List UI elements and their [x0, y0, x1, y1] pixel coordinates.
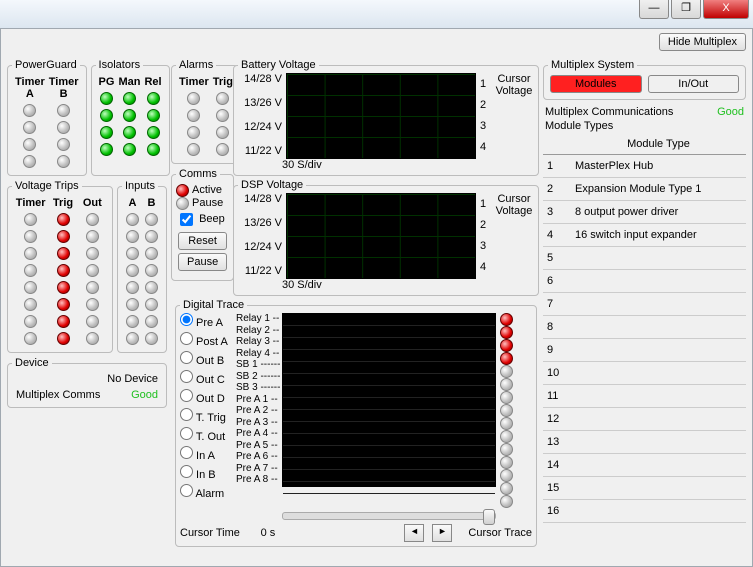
module-row[interactable]: 11: [543, 385, 746, 408]
comms-pause-button[interactable]: Pause: [178, 253, 227, 271]
inputs-group: Inputs AB: [117, 180, 167, 353]
module-row[interactable]: 9: [543, 339, 746, 362]
module-row[interactable]: 14: [543, 454, 746, 477]
multiplex-comms-value: Good: [717, 106, 744, 118]
comms-pause-option[interactable]: Pause: [176, 197, 223, 209]
comms-legend: Comms: [176, 168, 220, 180]
cursor-time-value: 0 s: [248, 527, 288, 539]
dtrace-option[interactable]: In A: [180, 446, 236, 465]
comms-group: Comms Active Pause Beep Reset Pause: [171, 168, 234, 281]
digital-trace-leds: [496, 313, 516, 508]
digital-trace-row-labels: Relay 1 --Relay 2 --Relay 3 --Relay 4 --…: [236, 313, 282, 508]
module-row[interactable]: 2Expansion Module Type 1: [543, 178, 746, 201]
dtrace-option[interactable]: Out D: [180, 389, 236, 408]
titlebar: — ❐ X: [0, 0, 753, 29]
dsp-cursor-label: Cursor Voltage: [494, 193, 534, 279]
dsp-ch-labels: 1234: [476, 193, 494, 277]
comms-beep-checkbox[interactable]: Beep: [176, 213, 225, 225]
module-row[interactable]: 8: [543, 316, 746, 339]
modules-button[interactable]: Modules: [550, 75, 642, 93]
multiplex-system-legend: Multiplex System: [548, 59, 637, 71]
inout-button[interactable]: In/Out: [648, 75, 740, 93]
alarms-group: Alarms TimerTrig: [171, 59, 241, 164]
device-group: Device No Device Multiplex Comms Good: [7, 357, 167, 408]
module-row[interactable]: 5: [543, 247, 746, 270]
voltage-trips-legend: Voltage Trips: [12, 180, 82, 192]
dsp-x-label: 30 S/div: [238, 279, 534, 291]
module-row[interactable]: 13: [543, 431, 746, 454]
module-row[interactable]: 38 output power driver: [543, 201, 746, 224]
module-types-label: Module Types: [545, 120, 744, 132]
powerguard-group: PowerGuard Timer ATimer B: [7, 59, 87, 176]
dtrace-option[interactable]: Post A: [180, 332, 236, 351]
module-row[interactable]: 416 switch input expander: [543, 224, 746, 247]
module-types-table: Module Type 1MasterPlex Hub2Expansion Mo…: [543, 134, 746, 523]
module-row[interactable]: 7: [543, 293, 746, 316]
multiplex-comms-label: Multiplex Communications: [545, 106, 673, 118]
module-row[interactable]: 12: [543, 408, 746, 431]
battery-y-labels: 14/28 V13/26 V12/24 V11/22 V: [238, 73, 286, 157]
digital-trace-scope: [282, 313, 496, 487]
hide-multiplex-button[interactable]: Hide Multiplex: [659, 33, 746, 51]
window-maximize-button[interactable]: ❐: [671, 0, 701, 19]
battery-voltage-group: Battery Voltage 14/28 V13/26 V12/24 V11/…: [233, 59, 539, 176]
device-comms-value: Good: [131, 389, 158, 401]
cursor-trace-label: Cursor Trace: [468, 527, 532, 539]
dsp-voltage-legend: DSP Voltage: [238, 179, 306, 191]
dsp-voltage-group: DSP Voltage 14/28 V13/26 V12/24 V11/22 V…: [233, 179, 539, 296]
comms-reset-button[interactable]: Reset: [178, 232, 227, 250]
battery-x-label: 30 S/div: [238, 159, 534, 171]
dsp-scope: [286, 193, 476, 279]
dtrace-option[interactable]: In B: [180, 465, 236, 484]
isolators-group: Isolators PGManRel: [91, 59, 170, 176]
multiplex-system-group: Multiplex System Modules In/Out: [543, 59, 746, 100]
battery-scope: [286, 73, 476, 159]
digital-trace-group: Digital Trace Pre A Post A Out B Out C O…: [175, 299, 537, 547]
cursor-time-label: Cursor Time: [180, 527, 240, 539]
voltage-trips-group: Voltage Trips TimerTrigOut: [7, 180, 113, 353]
dsp-y-labels: 14/28 V13/26 V12/24 V11/22 V: [238, 193, 286, 277]
window-minimize-button[interactable]: —: [639, 0, 669, 19]
cursor-slider[interactable]: [282, 512, 496, 520]
cursor-left-button[interactable]: ◄: [404, 524, 424, 542]
module-row[interactable]: 16: [543, 500, 746, 523]
dtrace-option[interactable]: Alarm: [180, 484, 236, 503]
battery-cursor-label: Cursor Voltage: [494, 73, 534, 159]
device-value: No Device: [12, 371, 162, 387]
module-row[interactable]: 10: [543, 362, 746, 385]
battery-voltage-legend: Battery Voltage: [238, 59, 319, 71]
inputs-legend: Inputs: [122, 180, 158, 192]
cursor-right-button[interactable]: ►: [432, 524, 452, 542]
dtrace-option[interactable]: Out B: [180, 351, 236, 370]
powerguard-col-b: Timer B: [48, 75, 80, 101]
device-legend: Device: [12, 357, 52, 369]
digital-trace-legend: Digital Trace: [180, 299, 247, 311]
module-type-header: Module Type: [571, 134, 746, 155]
alarms-legend: Alarms: [176, 59, 216, 71]
powerguard-legend: PowerGuard: [12, 59, 80, 71]
module-row[interactable]: 6: [543, 270, 746, 293]
powerguard-col-a: Timer A: [14, 75, 46, 101]
device-comms-label: Multiplex Comms: [16, 389, 100, 401]
module-row[interactable]: 15: [543, 477, 746, 500]
dtrace-option[interactable]: T. Trig: [180, 408, 236, 427]
dtrace-option[interactable]: T. Out: [180, 427, 236, 446]
isolators-legend: Isolators: [96, 59, 144, 71]
module-row[interactable]: 1MasterPlex Hub: [543, 155, 746, 178]
dtrace-option[interactable]: Out C: [180, 370, 236, 389]
battery-ch-labels: 1234: [476, 73, 494, 157]
window-close-button[interactable]: X: [703, 0, 749, 19]
comms-active-option[interactable]: Active: [176, 184, 222, 196]
dtrace-option[interactable]: Pre A: [180, 313, 236, 332]
